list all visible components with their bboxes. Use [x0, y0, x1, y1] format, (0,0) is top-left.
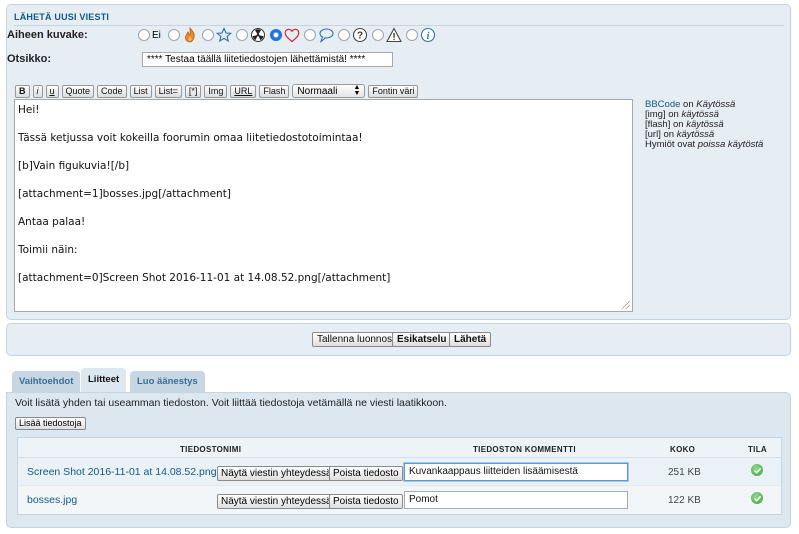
bold-button[interactable]: B — [15, 84, 30, 98]
header-comment: TIEDOSTON KOMMENTTI — [473, 445, 576, 454]
table-row: bosses.jpg Näytä viestin yhteydessä Pois… — [18, 486, 781, 514]
italic-button[interactable]: i — [32, 84, 43, 98]
radio-button[interactable] — [371, 29, 384, 41]
attachments-table: TIEDOSTONIMI TIEDOSTON KOMMENTTI KOKO TI… — [17, 437, 782, 515]
ordered-list-button[interactable]: List= — [154, 84, 182, 98]
url-button[interactable]: URL — [230, 84, 257, 98]
svg-text:?: ? — [357, 31, 363, 42]
font-size-value: Normaali — [297, 85, 338, 97]
icon-option-star[interactable] — [201, 27, 233, 44]
editor-line: Antaa palaa! — [18, 216, 86, 228]
radio-button[interactable] — [138, 29, 150, 41]
heart-icon — [284, 27, 301, 44]
tab-options[interactable]: Vaihtoehdot — [12, 371, 81, 392]
tab-create-poll[interactable]: Luo äänestys — [130, 371, 205, 392]
header-status: TILA — [748, 445, 767, 454]
editor-line: [attachment=0]Screen Shot 2016-11-01 at … — [18, 272, 391, 284]
underline-button[interactable]: u — [45, 84, 59, 98]
fire-icon — [182, 27, 199, 44]
list-item-button[interactable]: [*] — [184, 84, 202, 98]
delete-file-button[interactable]: Poista tiedosto — [329, 466, 403, 481]
radio-button[interactable] — [235, 29, 248, 41]
file-comment-input[interactable]: Kuvankaappaus liitteiden lisäämisestä — [404, 463, 628, 481]
editor-line: Toimii näin: — [18, 244, 78, 256]
file-size: 122 KB — [668, 495, 701, 506]
icon-option-label: Ei — [152, 29, 161, 41]
submit-button[interactable]: Lähetä — [449, 332, 492, 347]
editor-line: Tässä ketjussa voit kokeilla foorumin om… — [18, 132, 363, 144]
star-icon — [216, 27, 233, 44]
question-icon: ? — [352, 27, 369, 44]
table-header: TIEDOSTONIMI TIEDOSTON KOMMENTTI KOKO TI… — [18, 438, 781, 458]
font-color-button[interactable]: Fontin väri — [368, 84, 419, 98]
icon-option-question[interactable]: ? — [337, 27, 369, 44]
editor-line: [attachment=1]bosses.jpg[/attachment] — [18, 188, 231, 200]
show-inline-button[interactable]: Näytä viestin yhteydessä — [217, 494, 336, 509]
status-ok-icon — [751, 492, 763, 504]
file-name-link[interactable]: bosses.jpg — [27, 494, 77, 506]
status-ok-icon — [751, 464, 763, 476]
subject-input[interactable]: **** Testaa täällä liitetiedostojen lähe… — [142, 52, 393, 67]
subject-label: Otsikko: — [7, 53, 52, 65]
smilies-text: Hymiöt ovat — [645, 139, 696, 150]
editor-line: [b]Vain figukuvia![/b] — [18, 160, 130, 172]
smilies-state: poissa käytöstä — [697, 139, 764, 150]
icon-option-radioactive[interactable] — [235, 27, 267, 44]
icon-option-fire[interactable] — [167, 27, 199, 44]
img-button[interactable]: Img — [204, 84, 228, 98]
delete-file-button[interactable]: Poista tiedosto — [329, 494, 403, 509]
topic-icon-picker: Ei ? i — [138, 26, 440, 44]
bbcode-toolbar: B i u Quote Code List List= [*] Img URL … — [15, 84, 419, 98]
file-name-link[interactable]: Screen Shot 2016-11-01 at 14.08.52.png — [27, 466, 217, 478]
font-size-select[interactable]: Normaali ▲ ▼ — [292, 84, 366, 98]
show-inline-button[interactable]: Näytä viestin yhteydessä — [217, 466, 336, 481]
add-files-button[interactable]: Lisää tiedostoja — [15, 417, 86, 430]
message-editor[interactable]: Hei! Tässä ketjussa voit kokeilla foorum… — [14, 99, 633, 312]
tab-attachments[interactable]: Liitteet — [81, 368, 127, 392]
radioactive-icon — [250, 27, 267, 44]
file-comment-input[interactable]: Pomot — [404, 491, 628, 509]
list-button[interactable]: List — [129, 84, 152, 98]
flash-button[interactable]: Flash — [259, 84, 290, 98]
save-draft-button[interactable]: Tallenna luonnos — [312, 332, 398, 347]
section-title: LÄHETÄ UUSI VIESTI — [14, 12, 784, 26]
select-arrows-icon: ▲ ▼ — [353, 84, 361, 97]
header-filename: TIEDOSTONIMI — [180, 445, 242, 454]
icon-option-none[interactable]: Ei — [138, 29, 165, 41]
radio-button-selected[interactable] — [269, 29, 282, 41]
icon-option-speech-bubble[interactable] — [303, 27, 335, 44]
icon-option-heart[interactable] — [269, 27, 301, 44]
info-icon: i — [420, 27, 437, 44]
radio-button[interactable] — [167, 29, 180, 41]
radio-button[interactable] — [303, 29, 316, 41]
preview-button[interactable]: Esikatselu — [392, 332, 452, 347]
editor-line: Hei! — [18, 104, 40, 116]
icon-label: Aiheen kuvake: — [7, 29, 88, 41]
table-row: Screen Shot 2016-11-01 at 14.08.52.png N… — [18, 458, 781, 486]
code-button[interactable]: Code — [97, 84, 127, 98]
warning-icon — [386, 27, 403, 44]
radio-button[interactable] — [337, 29, 350, 41]
svg-text:i: i — [427, 31, 430, 42]
quote-button[interactable]: Quote — [61, 84, 95, 98]
speech-bubble-icon — [318, 27, 335, 44]
icon-option-warning[interactable] — [371, 27, 403, 44]
icon-option-info[interactable]: i — [405, 27, 437, 44]
file-size: 251 KB — [668, 467, 701, 478]
radio-button[interactable] — [405, 29, 418, 41]
bbcode-help: BBCode on Käytössä [img] on käytössä [fl… — [645, 100, 763, 150]
resize-handle-icon[interactable] — [622, 301, 630, 309]
header-size: KOKO — [670, 445, 696, 454]
radio-button[interactable] — [201, 29, 214, 41]
attachments-info: Voit lisätä yhden tai useamman tiedoston… — [15, 397, 447, 409]
